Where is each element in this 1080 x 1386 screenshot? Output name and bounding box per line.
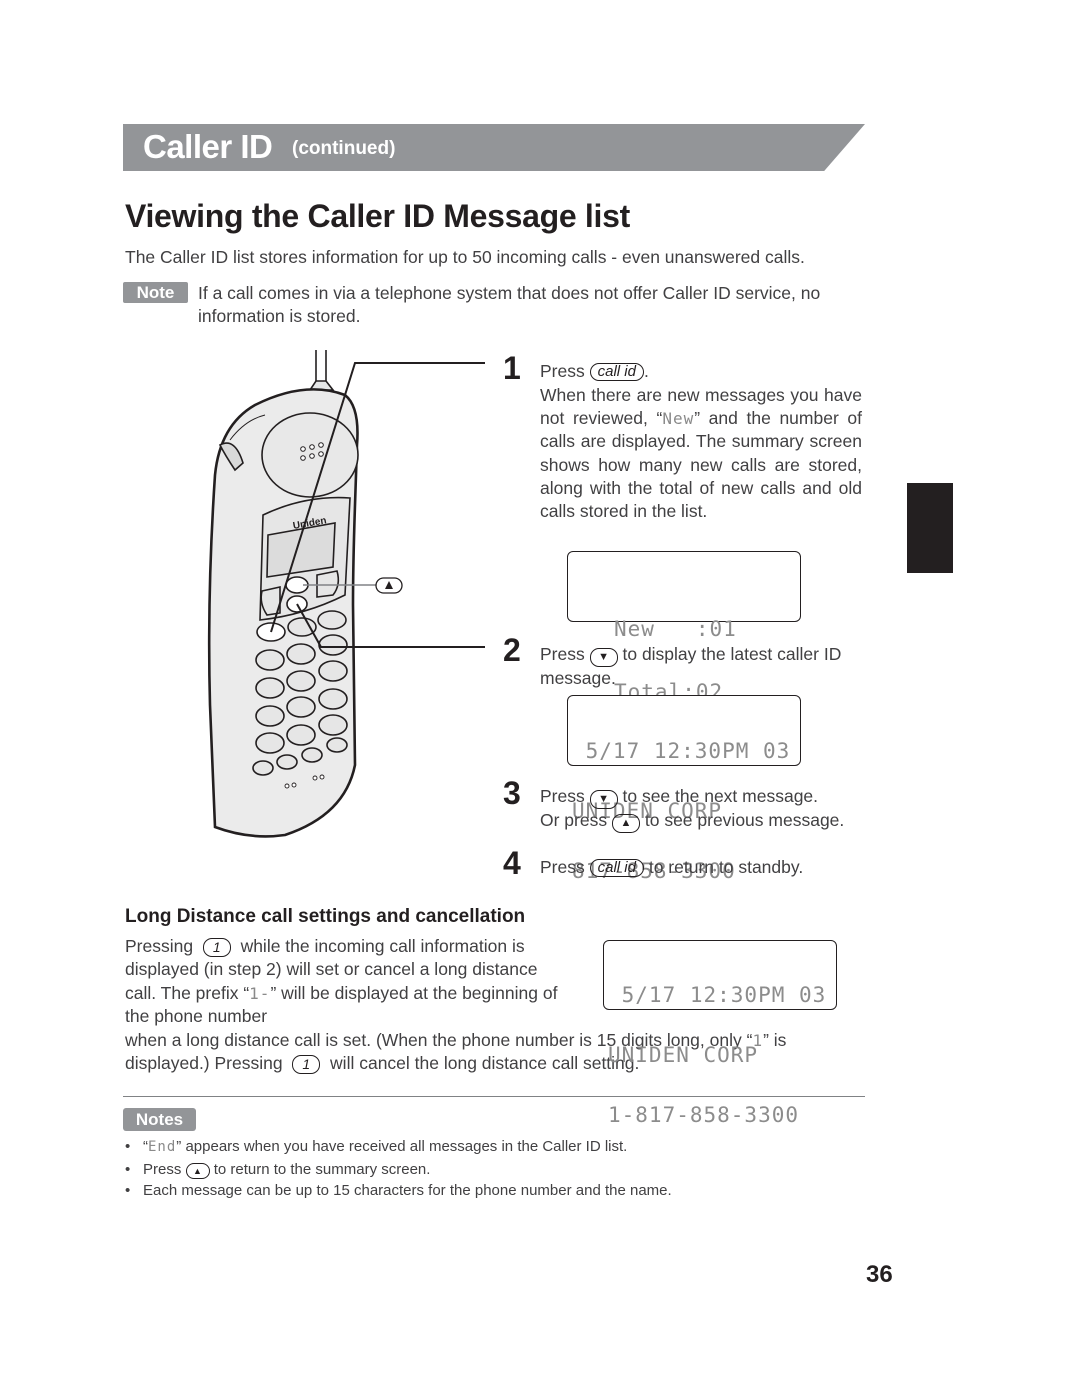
note-text: If a call comes in via a telephone syste… [198,283,821,326]
bullet-icon: • [125,1138,131,1155]
down-arrow-key-icon: ▼ [589,790,618,809]
step-1-period: . [643,361,649,381]
up-arrow-key-icon: ▲ [611,814,640,833]
section-subtitle: (continued) [292,138,396,159]
step-1-number: 1 [503,350,521,386]
display-line: New :01 [614,617,737,641]
call-id-key: call id [589,363,644,381]
step-1-description: When there are new messages you have not… [540,384,862,523]
chapter-tab-marker [907,483,953,573]
step-3-text: Press ▼ to see the next message. Or pres… [540,785,870,833]
step-2-number: 2 [503,632,521,668]
note-item: • “End” appears when you have received a… [125,1136,672,1159]
ld-p2-post: will cancel the long distance call setti… [330,1053,640,1074]
long-distance-heading: Long Distance call settings and cancella… [125,906,526,927]
handset-illustration: Uniden [207,350,485,838]
bullet-icon: • [125,1160,131,1178]
step-3-press-label: Press [540,786,585,806]
display-line: 5/17 12:30PM 03 [608,983,827,1007]
note-3-text: Each message can be up to 15 characters … [143,1182,672,1199]
ld-p1-pre: Pressing [125,936,194,956]
end-lcd-word: End [148,1139,177,1155]
long-distance-display: 5/17 12:30PM 03 UNIDEN CORP 1-817-858-33… [603,940,837,1126]
caller-id-display: 5/17 12:30PM 03 UNIDEN CORP 817-858-3300 [567,695,801,882]
section-title: Caller ID [143,128,273,165]
new-lcd-word: New [662,409,695,429]
step-2-press-label: Press [540,644,585,664]
step-3-desc-2: to see previous message. [644,810,845,830]
step-3-desc: to see the next message. [622,786,819,806]
step-4-text: Press call id to return to standby. [540,856,870,879]
notes-badge: Notes [123,1108,196,1131]
note-2-post: to return to the summary screen. [213,1160,431,1178]
display-line: 5/17 12:30PM 03 [572,739,791,763]
step-4-desc: to return to standby. [648,857,804,877]
prefix-lcd: 1- [249,983,271,1003]
notes-list: • “End” appears when you have received a… [125,1136,672,1202]
step-3-number: 3 [503,775,521,811]
page-title: Viewing the Caller ID Message list [125,198,630,234]
long-distance-para-1: Pressing 1 while the incoming call infor… [125,935,571,1028]
section-divider [123,1096,865,1097]
bullet-icon: • [125,1182,131,1199]
call-id-key: call id [589,859,644,877]
note-item: • Press ▲ to return to the summary scree… [125,1159,672,1181]
display-line: UNIDEN CORP [608,1043,759,1067]
step-3-or-press: Or press [540,810,608,830]
step-4-press-label: Press [540,857,585,877]
note-2-pre: Press [143,1160,182,1178]
page-number: 36 [866,1261,893,1288]
step-1-press-label: Press [540,361,585,381]
note-1-post: ” appears when you have received all mes… [176,1138,628,1155]
step-4-number: 4 [503,845,521,881]
up-arrow-key-icon: ▲ [185,1162,210,1179]
note-item: • Each message can be up to 15 character… [125,1180,672,1202]
key-1-icon: 1 [292,1055,321,1075]
note-badge: Note [123,282,188,303]
down-arrow-key-icon: ▼ [589,648,618,667]
step-2-desc: to display the latest caller ID message. [540,644,842,688]
intro-text: The Caller ID list stores information fo… [125,247,805,267]
step-1-press-line: Press call id. [540,360,649,383]
step-2-text: Press ▼ to display the latest caller ID … [540,643,862,690]
display-line: 1-817-858-3300 [608,1103,800,1127]
summary-display: New :01 Total:02 [567,551,801,703]
key-1-icon: 1 [202,938,231,957]
